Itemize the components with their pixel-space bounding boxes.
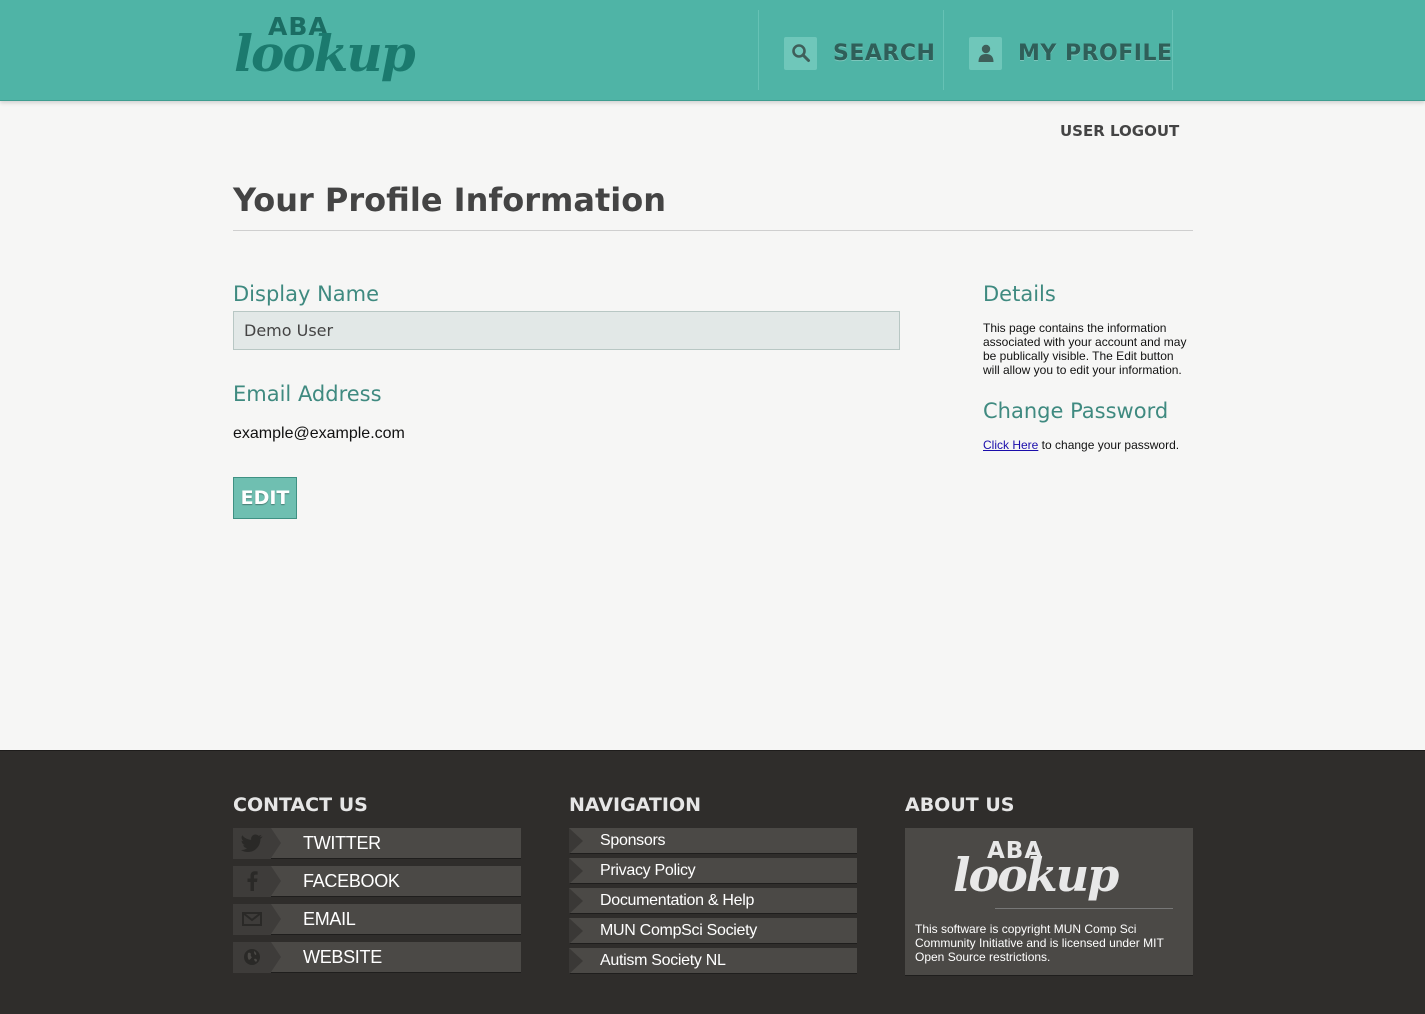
contact-twitter-label: TWITTER (303, 832, 381, 853)
footer-nav-autism-society[interactable]: Autism Society NL (569, 948, 857, 974)
user-logout-link[interactable]: USER LOGOUT (1060, 122, 1179, 140)
search-icon (784, 36, 817, 70)
navigation-heading: NAVIGATION (569, 794, 701, 816)
change-password-suffix: to change your password. (1038, 438, 1180, 452)
nav-divider (758, 10, 759, 90)
change-password-text: Click Here to change your password. (983, 438, 1193, 452)
about-us-text: This software is copyright MUN Comp Sci … (915, 922, 1164, 964)
change-password-heading: Change Password (983, 399, 1169, 423)
contact-twitter-link[interactable]: TWITTER (233, 827, 521, 859)
display-name-label: Display Name (233, 282, 380, 306)
email-address-value: example@example.com (233, 425, 405, 442)
contact-email-label: EMAIL (303, 908, 356, 929)
footer-nav-label: MUN CompSci Society (600, 921, 758, 939)
user-icon (969, 36, 1002, 70)
globe-icon (233, 941, 281, 973)
site-header: ABA lookup SEARCH MY PROFILE (0, 0, 1425, 101)
footer-nav-mun-compsci[interactable]: MUN CompSci Society (569, 918, 857, 944)
about-us-heading: ABOUT US (905, 794, 1015, 816)
envelope-icon (233, 903, 281, 935)
site-logo[interactable]: ABA lookup (234, 10, 434, 88)
nav-divider (1172, 10, 1173, 90)
nav-search-label: SEARCH (833, 40, 936, 66)
title-divider (233, 230, 1193, 231)
about-divider (995, 908, 1173, 909)
twitter-icon (233, 827, 281, 859)
contact-website-link[interactable]: WEBSITE (233, 941, 521, 973)
footer-nav-sponsors[interactable]: Sponsors (569, 828, 857, 854)
footer-nav-documentation[interactable]: Documentation & Help (569, 888, 857, 914)
page-title: Your Profile Information (233, 181, 667, 219)
display-name-value: Demo User (244, 321, 334, 340)
nav-my-profile-label: MY PROFILE (1018, 40, 1173, 66)
facebook-icon (233, 865, 281, 897)
logo-lookup-text: lookup (234, 24, 416, 83)
footer-nav-label: Privacy Policy (600, 861, 696, 879)
edit-button[interactable]: EDIT (233, 477, 297, 519)
details-text: This page contains the information assoc… (983, 321, 1187, 377)
contact-facebook-label: FACEBOOK (303, 870, 400, 891)
contact-facebook-link[interactable]: FACEBOOK (233, 865, 521, 897)
nav-my-profile-button[interactable]: MY PROFILE (969, 36, 1173, 70)
footer-nav-label: Sponsors (600, 831, 666, 849)
change-password-link[interactable]: Click Here (983, 438, 1038, 452)
footer-nav-label: Documentation & Help (600, 891, 755, 909)
nav-divider (943, 10, 944, 90)
footer-nav-label: Autism Society NL (600, 951, 726, 969)
footer-logo-lookup-text: lookup (953, 848, 1119, 902)
nav-search-button[interactable]: SEARCH (784, 36, 935, 70)
contact-email-link[interactable]: EMAIL (233, 903, 521, 935)
about-us-box: ABA lookup This software is copyright MU… (905, 828, 1193, 976)
email-address-label: Email Address (233, 382, 382, 406)
contact-website-label: WEBSITE (303, 946, 382, 967)
footer-logo: ABA lookup (953, 836, 1153, 908)
display-name-field[interactable]: Demo User (233, 311, 900, 350)
details-heading: Details (983, 282, 1056, 306)
footer-nav-privacy-policy[interactable]: Privacy Policy (569, 858, 857, 884)
contact-us-heading: CONTACT US (233, 794, 368, 816)
